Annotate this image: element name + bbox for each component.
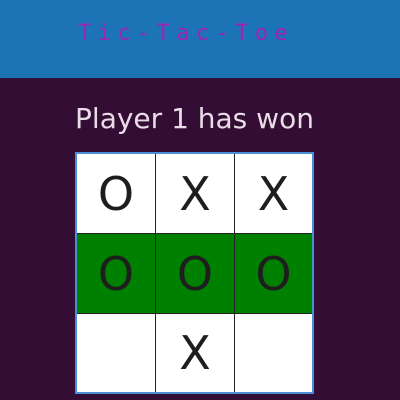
app-title: Tic-Tac-Toe (78, 21, 295, 46)
board-cell-4[interactable]: O (77, 234, 155, 313)
board-cell-8[interactable]: X (156, 314, 234, 392)
game-status-message: Player 1 has won (75, 102, 314, 135)
board-cell-3[interactable]: X (235, 154, 312, 233)
board-cell-2[interactable]: X (156, 154, 234, 233)
board-cell-5[interactable]: O (156, 234, 234, 313)
board-cell-1[interactable]: O (77, 154, 155, 233)
game-board: O X X O O O X (75, 152, 314, 394)
app-header: Tic-Tac-Toe (0, 0, 400, 78)
board-cell-6[interactable]: O (235, 234, 312, 313)
board-cell-9[interactable] (235, 314, 312, 392)
board-cell-7[interactable] (77, 314, 155, 392)
